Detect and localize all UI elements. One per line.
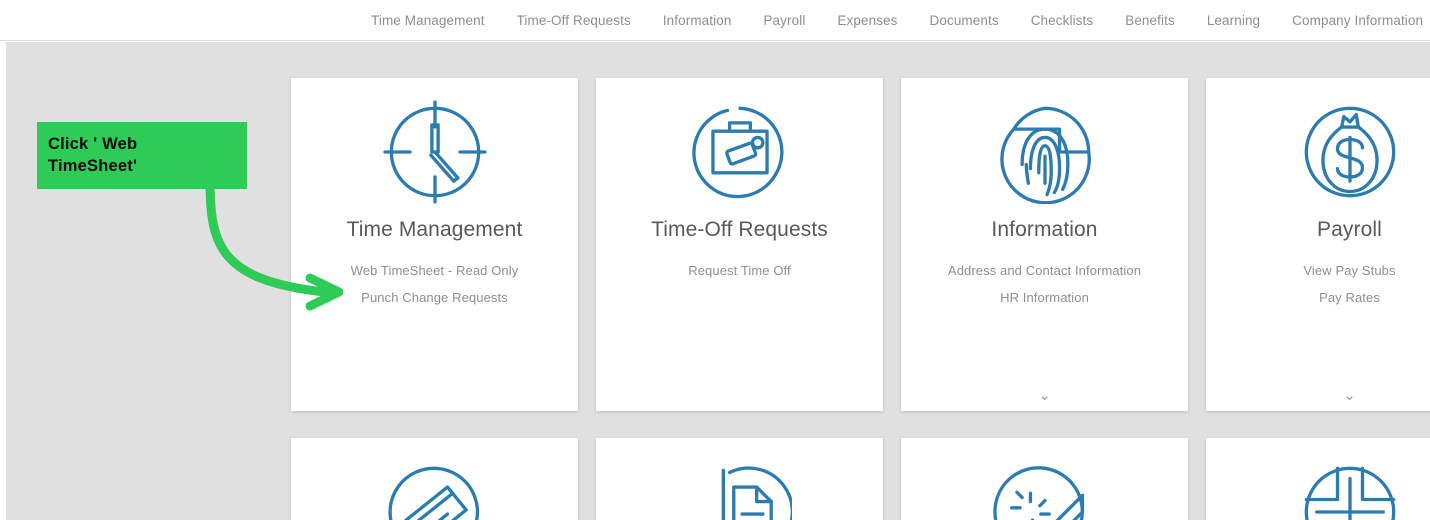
chevron-down-icon[interactable]: ⌄ [901, 388, 1188, 403]
nav-item-expenses[interactable]: Expenses [837, 13, 897, 28]
briefcase-icon [688, 100, 792, 204]
check-sparkle-icon [992, 460, 1097, 520]
card-title: Time Management [346, 218, 523, 241]
content-area: Time Management Web TimeSheet - Read Only… [6, 42, 1430, 520]
card-link-request-time-off[interactable]: Request Time Off [596, 257, 883, 284]
nav-item-information[interactable]: Information [663, 13, 732, 28]
card-grid: Time Management Web TimeSheet - Read Only… [291, 78, 1430, 520]
card-time-management[interactable]: Time Management Web TimeSheet - Read Only… [291, 78, 578, 411]
nav-item-checklists[interactable]: Checklists [1031, 13, 1094, 28]
document-icon [688, 460, 792, 520]
instruction-line-2: TimeSheet' [48, 156, 138, 175]
nav-item-documents[interactable]: Documents [930, 13, 999, 28]
card-checklists[interactable] [901, 438, 1188, 520]
card-title: Information [991, 218, 1098, 241]
medical-cross-icon [1298, 460, 1402, 520]
card-link-list: Web TimeSheet - Read Only Punch Change Re… [291, 257, 578, 311]
card-link-pay-rates[interactable]: Pay Rates [1206, 284, 1430, 311]
chevron-down-icon[interactable]: ⌄ [1206, 388, 1430, 403]
card-expenses[interactable] [291, 438, 578, 520]
nav-item-learning[interactable]: Learning [1207, 13, 1260, 28]
instruction-line-1: Click ' Web [48, 135, 138, 154]
card-link-list: View Pay Stubs Pay Rates [1206, 257, 1430, 311]
card-benefits[interactable] [1206, 438, 1430, 520]
clock-icon [382, 100, 487, 204]
credit-card-icon [383, 460, 487, 520]
nav-item-payroll[interactable]: Payroll [763, 13, 805, 28]
nav-item-benefits[interactable]: Benefits [1125, 13, 1175, 28]
card-link-address-and-contact-information[interactable]: Address and Contact Information [901, 257, 1188, 284]
card-title: Time-Off Requests [651, 218, 828, 241]
card-link-list: Request Time Off [596, 257, 883, 284]
nav-item-company-information[interactable]: Company Information [1292, 13, 1423, 28]
card-link-list: Address and Contact Information HR Inform… [901, 257, 1188, 311]
card-link-web-timesheet-read-only[interactable]: Web TimeSheet - Read Only [291, 257, 578, 284]
fingerprint-icon [993, 100, 1097, 204]
nav-item-time-off-requests[interactable]: Time-Off Requests [517, 13, 631, 28]
nav-items-list: Time Management Time-Off Requests Informat… [371, 13, 1423, 28]
instruction-callout: Click ' Web TimeSheet' [37, 122, 247, 189]
card-link-view-pay-stubs[interactable]: View Pay Stubs [1206, 257, 1430, 284]
card-link-hr-information[interactable]: HR Information [901, 284, 1188, 311]
card-time-off-requests[interactable]: Time-Off Requests Request Time Off [596, 78, 883, 411]
card-information[interactable]: Information Address and Contact Informati… [901, 78, 1188, 411]
nav-item-time-management[interactable]: Time Management [371, 13, 485, 28]
top-navigation-bar: Time Management Time-Off Requests Informat… [0, 0, 1430, 41]
card-title: Payroll [1317, 218, 1382, 241]
app-root: Time Management Time-Off Requests Informat… [0, 0, 1430, 520]
card-link-punch-change-requests[interactable]: Punch Change Requests [291, 284, 578, 311]
card-documents[interactable] [596, 438, 883, 520]
card-payroll[interactable]: Payroll View Pay Stubs Pay Rates ⌄ [1206, 78, 1430, 411]
money-bag-icon [1298, 100, 1402, 204]
